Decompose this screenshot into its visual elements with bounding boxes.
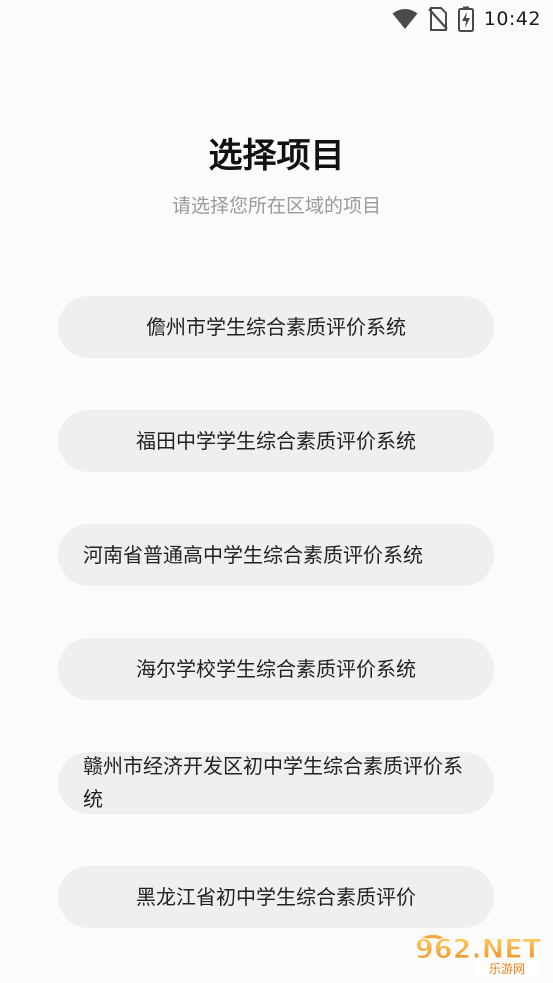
- project-label: 海尔学校学生综合素质评价系统: [136, 656, 416, 681]
- wifi-icon: [392, 8, 418, 30]
- project-item-heilongjiang[interactable]: 黑龙江省初中学生综合素质评价: [58, 866, 494, 928]
- project-item-danzhou[interactable]: 儋州市学生综合素质评价系统: [58, 296, 494, 358]
- no-sim-icon: [427, 7, 448, 31]
- watermark-caption: 乐游网: [489, 962, 525, 976]
- project-label: 福田中学学生综合素质评价系统: [136, 428, 416, 453]
- page-subtitle: 请选择您所在区域的项目: [171, 195, 381, 217]
- project-label: 儋州市学生综合素质评价系统: [146, 314, 406, 339]
- project-label: 赣州市经济开发区初中学生综合素质评价系统: [83, 754, 463, 811]
- project-list: 儋州市学生综合素质评价系统 福田中学学生综合素质评价系统 河南省普通高中学生综合…: [58, 296, 494, 980]
- status-time: 10:42: [483, 8, 541, 30]
- project-item-haier[interactable]: 海尔学校学生综合素质评价系统: [58, 638, 494, 700]
- status-bar: 10:42: [0, 0, 553, 38]
- project-label: 黑龙江省初中学生综合素质评价: [136, 884, 416, 909]
- watermark-logo: 962.NET 乐游网: [415, 934, 542, 976]
- battery-charging-icon: [457, 6, 474, 32]
- page-title: 选择项目: [208, 136, 345, 176]
- project-label: 河南省普通高中学生综合素质评价系统: [83, 542, 423, 567]
- project-item-henan[interactable]: 河南省普通高中学生综合素质评价系统: [58, 524, 494, 586]
- project-item-futian[interactable]: 福田中学学生综合素质评价系统: [58, 410, 494, 472]
- project-item-ganzhou[interactable]: 赣州市经济开发区初中学生综合素质评价系统: [58, 752, 494, 814]
- status-icons: 10:42: [392, 5, 541, 33]
